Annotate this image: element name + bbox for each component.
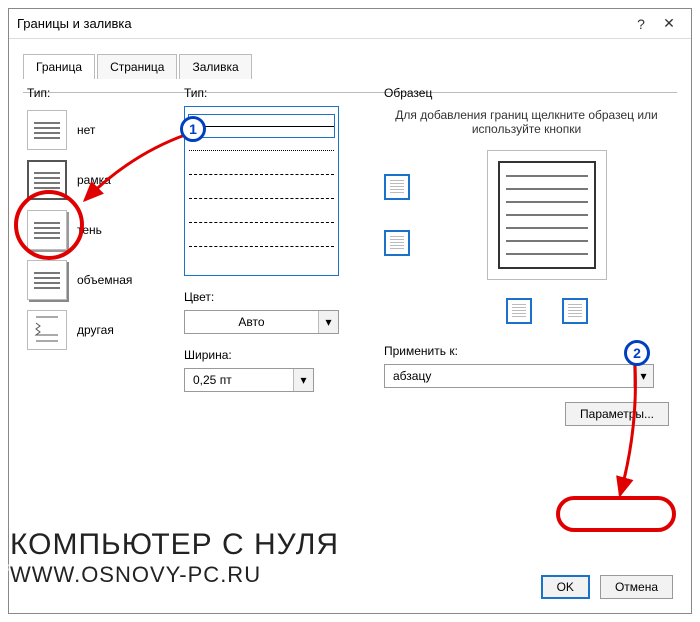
style-column: Тип: Цвет: Авто ▾ Ширина: 0,25 пт ▾ [184,86,354,392]
dialog-title: Границы и заливка [17,16,627,31]
line-style-dot[interactable] [189,139,334,161]
callout-2: 2 [624,340,650,366]
type-none-label: нет [77,123,95,137]
line-style-solid[interactable] [189,115,334,137]
right-edge-button[interactable] [562,298,588,324]
close-button[interactable]: ✕ [655,13,683,35]
preview-label: Образец [384,86,669,100]
line-style-dash1[interactable] [189,163,334,185]
watermark-line1: КОМПЬЮТЕР С НУЛЯ [10,528,339,562]
chevron-down-icon: ▾ [293,369,313,391]
custom-icon [27,310,67,350]
type-box-label: рамка [77,173,111,187]
dialog-content: Тип: нет рамка тень объемная [9,78,691,110]
top-edge-button[interactable] [384,174,410,200]
highlight-ring-2 [556,496,676,532]
ok-button[interactable]: OK [541,575,590,599]
options-button[interactable]: Параметры... [565,402,669,426]
type-custom[interactable]: другая [27,310,177,350]
preview-help: Для добавления границ щелкните образец и… [384,108,669,136]
left-edge-button[interactable] [506,298,532,324]
color-label: Цвет: [184,290,354,304]
line-style-dash2[interactable] [189,187,334,209]
callout-1: 1 [180,116,206,142]
width-value: 0,25 пт [185,373,293,387]
titlebar: Границы и заливка ? ✕ [9,9,691,39]
preview-column: Образец Для добавления границ щелкните о… [384,86,669,426]
width-label: Ширина: [184,348,354,362]
type-3d[interactable]: объемная [27,260,177,300]
width-combo[interactable]: 0,25 пт ▾ [184,368,314,392]
line-style-dashdot2[interactable] [189,235,334,257]
tab-page[interactable]: Страница [97,54,177,79]
chevron-down-icon: ▾ [318,311,338,333]
cancel-button[interactable]: Отмена [600,575,673,599]
line-style-list[interactable] [184,106,339,276]
none-icon [27,110,67,150]
tab-bar: Граница Страница Заливка [9,39,691,78]
watermark-line2: WWW.OSNOVY-PC.RU [10,562,339,588]
watermark: КОМПЬЮТЕР С НУЛЯ WWW.OSNOVY-PC.RU [10,528,339,588]
line-style-dashdot1[interactable] [189,211,334,233]
highlight-ring-1 [14,190,84,260]
3d-icon [27,260,67,300]
chevron-down-icon: ▾ [633,365,653,387]
tab-border[interactable]: Граница [23,54,95,79]
type-label: Тип: [27,86,177,100]
type-none[interactable]: нет [27,110,177,150]
help-button[interactable]: ? [627,13,655,35]
preview-box[interactable] [487,150,607,280]
style-label: Тип: [184,86,354,100]
apply-to-combo[interactable]: абзацу ▾ [384,364,654,388]
color-combo[interactable]: Авто ▾ [184,310,339,334]
tab-fill[interactable]: Заливка [179,54,251,79]
bottom-edge-button[interactable] [384,230,410,256]
type-custom-label: другая [77,323,114,337]
apply-to-value: абзацу [385,369,633,383]
dialog-footer: OK Отмена [541,575,673,599]
type-3d-label: объемная [77,273,132,287]
color-value: Авто [185,315,318,329]
